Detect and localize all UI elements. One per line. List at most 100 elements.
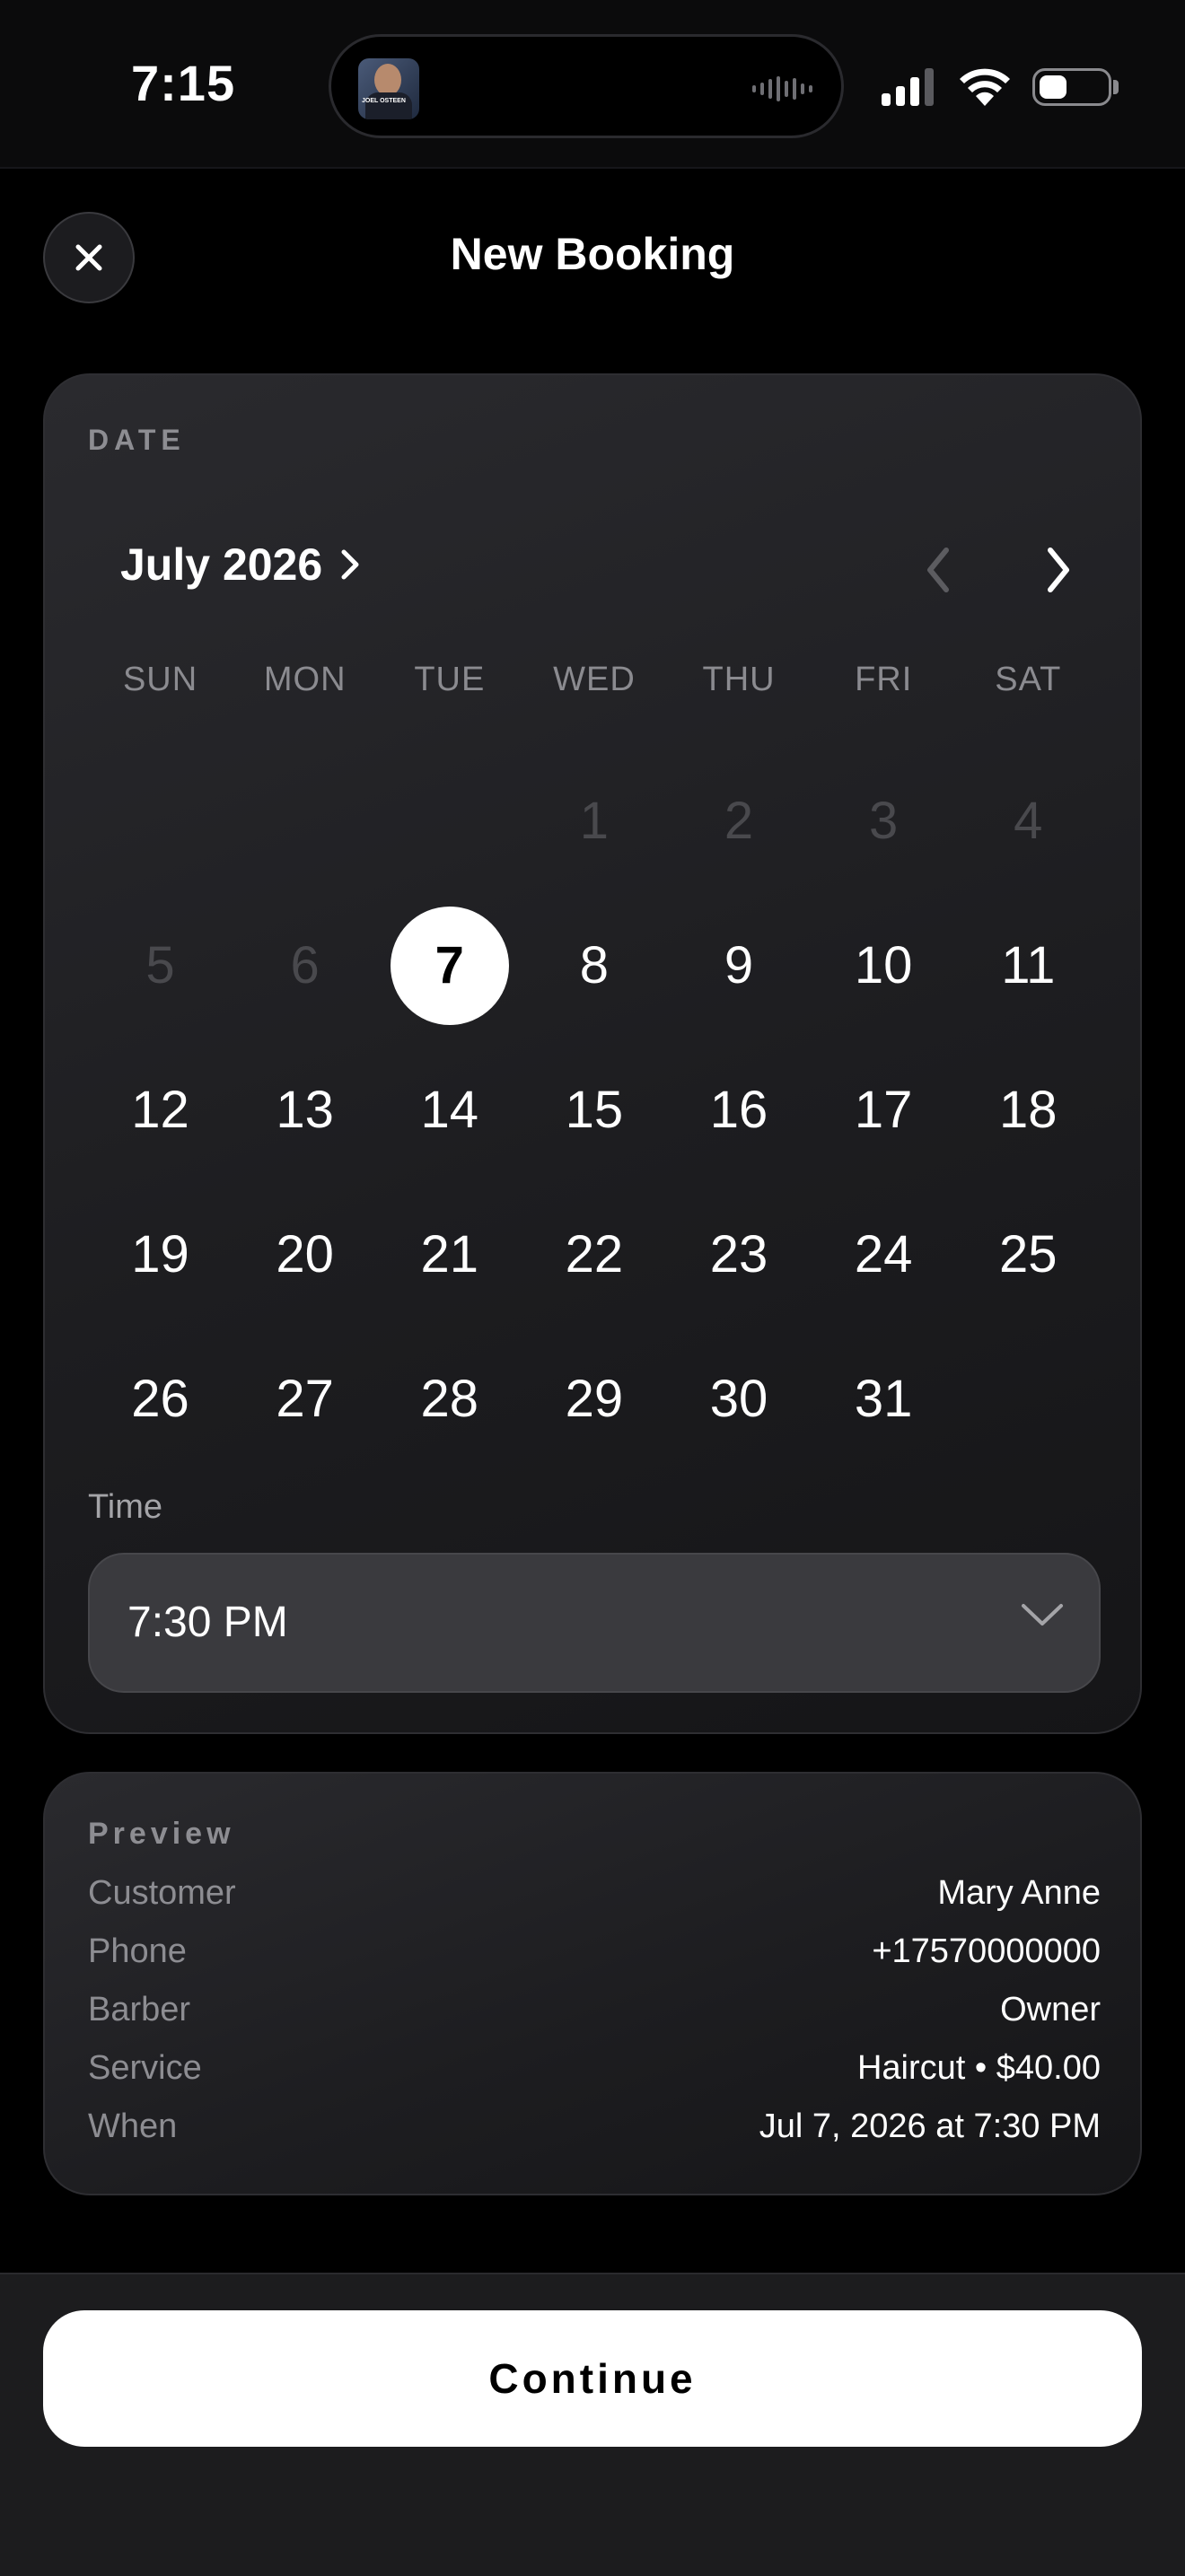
battery-tip [1113,80,1119,94]
calendar-day: 2 [667,749,812,893]
now-playing-artwork: JOEL OSTEEN [358,58,419,119]
calendar-day[interactable]: 11 [956,893,1101,1038]
time-value: 7:30 PM [127,1599,288,1646]
calendar-day[interactable]: 27 [233,1327,377,1471]
calendar-day[interactable]: 29 [522,1327,666,1471]
calendar-day[interactable]: 20 [233,1182,377,1327]
date-section-label: DATE [88,424,186,456]
chevron-down-icon [1022,1604,1063,1625]
calendar-day-number: 4 [1014,792,1043,850]
calendar-day-number: 14 [420,1081,479,1139]
status-bar: 7:15 JOEL OSTEEN [0,0,1185,169]
preview-key: Barber [88,1991,191,2028]
preview-section-label: Preview [88,1817,235,1851]
date-card: DATE July 2026 SUN MON TUE WED THU FRI SAT 123… [43,373,1142,1734]
calendar-day-number: 19 [131,1225,189,1284]
battery-icon [1032,68,1111,106]
preview-value: Mary Anne [937,1874,1101,1912]
calendar-day-number: 26 [131,1370,189,1428]
next-month-button[interactable] [1027,539,1090,601]
calendar-day-number: 15 [565,1081,624,1139]
calendar-day-number: 16 [709,1081,768,1139]
preview-key: Customer [88,1874,236,1912]
preview-key: Service [88,2049,202,2087]
calendar-day-number: 5 [145,936,175,994]
calendar-day[interactable]: 28 [377,1327,522,1471]
calendar-day-number: 30 [709,1370,768,1428]
calendar-day[interactable]: 25 [956,1182,1101,1327]
calendar-day[interactable]: 13 [233,1038,377,1182]
preview-key: Phone [88,1932,187,1970]
calendar-day-number: 22 [565,1225,624,1284]
time-select[interactable]: 7:30 PM [88,1553,1101,1693]
month-picker-button[interactable]: July 2026 [120,539,362,591]
calendar-day[interactable]: 18 [956,1038,1101,1182]
cellular-signal-icon [882,66,934,106]
calendar-day[interactable]: 8 [522,893,666,1038]
weekday-label: SAT [995,661,1062,698]
calendar-day[interactable]: 30 [667,1327,812,1471]
calendar-day-number: 2 [724,792,754,850]
calendar-day-number: 28 [420,1370,479,1428]
calendar-day-number: 11 [1001,936,1056,994]
preview-row-barber: Barber Owner [88,1991,1101,2029]
preview-row-customer: Customer Mary Anne [88,1874,1101,1913]
calendar-day: 6 [233,893,377,1038]
preview-row-when: When Jul 7, 2026 at 7:30 PM [88,2107,1101,2146]
calendar-day-selected[interactable]: 7 [377,893,522,1038]
calendar-day-number: 23 [709,1225,768,1284]
chevron-right-icon [1048,548,1069,592]
calendar-day-number: 21 [420,1225,479,1284]
calendar-day-number: 13 [276,1081,334,1139]
calendar-day[interactable]: 19 [88,1182,233,1327]
chevron-left-icon [927,548,949,592]
calendar-day-number: 31 [854,1370,913,1428]
calendar-day-number: 29 [565,1370,624,1428]
calendar-day-number: 12 [131,1081,189,1139]
calendar-day-number: 27 [276,1370,334,1428]
continue-button[interactable]: Continue [43,2310,1142,2447]
calendar-day[interactable]: 15 [522,1038,666,1182]
audio-waveform-icon [752,76,812,101]
calendar-day[interactable]: 22 [522,1182,666,1327]
chevron-right-icon [341,549,359,580]
footer-bar: Continue [0,2273,1185,2576]
calendar-day-number: 24 [854,1225,913,1284]
calendar-day: 5 [88,893,233,1038]
calendar-day-number: 20 [276,1225,334,1284]
calendar-day[interactable]: 17 [812,1038,956,1182]
preview-value: Jul 7, 2026 at 7:30 PM [759,2107,1101,2145]
calendar-day[interactable]: 14 [377,1038,522,1182]
calendar-day[interactable]: 31 [812,1327,956,1471]
preview-row-service: Service Haircut • $40.00 [88,2049,1101,2088]
calendar-day[interactable]: 10 [812,893,956,1038]
weekday-label: FRI [855,661,913,698]
calendar-day-number: 25 [999,1225,1058,1284]
preview-card: Preview Customer Mary Anne Phone +175700… [43,1772,1142,2195]
previous-month-button[interactable] [907,539,970,601]
calendar-day-number: 6 [290,936,320,994]
calendar-day[interactable]: 21 [377,1182,522,1327]
artwork-text: JOEL OSTEEN [362,98,406,104]
calendar-day[interactable]: 24 [812,1182,956,1327]
weekday-header: SUN MON TUE WED THU FRI SAT [88,661,1101,699]
preview-key: When [88,2107,178,2145]
calendar-day-number: 9 [724,936,754,994]
calendar-day: 4 [956,749,1101,893]
calendar-day[interactable]: 12 [88,1038,233,1182]
month-label: July 2026 [120,539,323,590]
time-label: Time [88,1488,163,1526]
weekday-label: THU [702,661,776,698]
calendar-day[interactable]: 23 [667,1182,812,1327]
page-title: New Booking [450,229,735,279]
calendar-day[interactable]: 26 [88,1327,233,1471]
wifi-icon [960,68,1010,106]
calendar-day-number: 7 [390,906,509,1025]
calendar-day[interactable]: 9 [667,893,812,1038]
calendar-day[interactable]: 16 [667,1038,812,1182]
weekday-label: TUE [414,661,486,698]
calendar-day-number: 17 [854,1081,913,1139]
calendar-day-number: 10 [854,936,913,994]
dynamic-island[interactable]: JOEL OSTEEN [329,34,844,138]
calendar-day-number: 8 [579,936,610,994]
